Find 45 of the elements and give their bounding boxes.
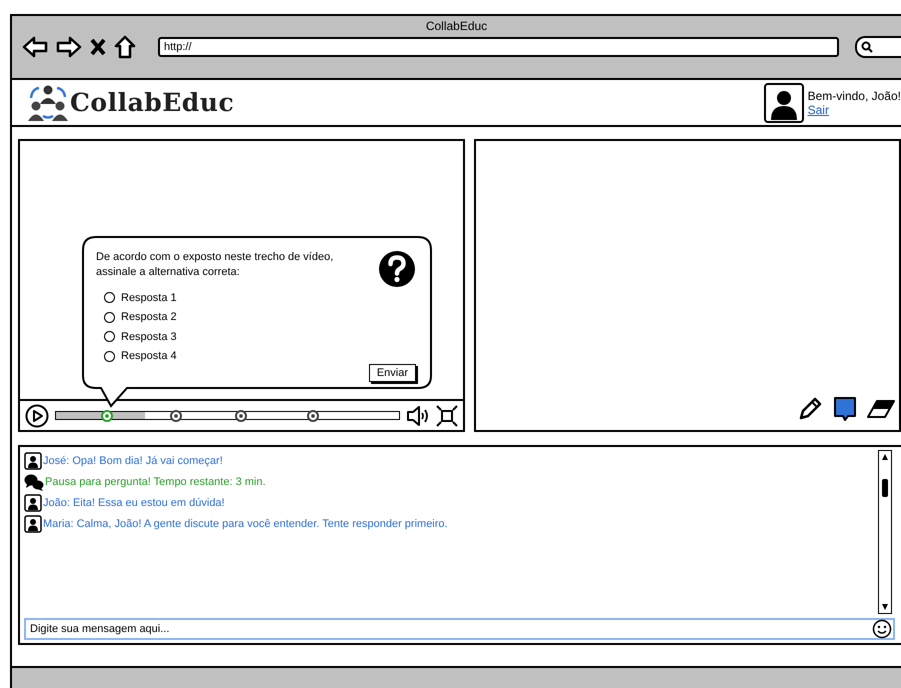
answer-option[interactable]: Resposta 3 xyxy=(104,327,416,346)
fullscreen-icon[interactable] xyxy=(436,404,458,426)
smiley-icon[interactable] xyxy=(872,619,892,639)
volume-icon[interactable] xyxy=(406,406,430,426)
chat-bubbles-icon xyxy=(24,472,44,490)
answer-option[interactable]: Resposta 2 xyxy=(104,308,416,327)
pencil-icon[interactable] xyxy=(797,396,823,422)
eraser-icon[interactable] xyxy=(867,399,895,419)
people-logo-icon xyxy=(26,84,70,122)
search-icon xyxy=(861,41,873,53)
help-icon xyxy=(378,250,416,288)
user-icon xyxy=(24,452,42,470)
greeting-text: Bem-vindo, João! xyxy=(808,88,901,102)
scroll-thumb[interactable] xyxy=(882,479,888,497)
marker-icon[interactable] xyxy=(170,410,182,422)
logout-link[interactable]: Sair xyxy=(808,102,901,116)
chat-message: Maria: Calma, João! A gente discute para você entender. Tente responder primeiro. xyxy=(43,518,448,530)
question-text: De acordo com o exposto neste trecho de vídeo, assinale a alternativa correta: xyxy=(96,250,334,280)
avatar-icon xyxy=(764,82,804,122)
note-icon[interactable] xyxy=(833,396,857,422)
forward-icon[interactable] xyxy=(56,36,82,58)
message-input[interactable]: Digite sua mensagem aqui... xyxy=(24,618,895,640)
marker-icon[interactable] xyxy=(101,410,114,422)
back-icon[interactable] xyxy=(22,36,48,58)
play-icon[interactable] xyxy=(25,404,49,428)
chat-message: José: Opa! Bom dia! Já vai começar! xyxy=(43,454,223,466)
close-icon[interactable] xyxy=(90,38,106,56)
scroll-down-icon[interactable] xyxy=(881,603,889,611)
answer-option[interactable]: Resposta 1 xyxy=(104,288,416,308)
submit-button[interactable]: Enviar xyxy=(368,364,416,382)
scroll-up-icon[interactable] xyxy=(881,453,889,461)
logo-text: CollabEduc xyxy=(70,88,234,117)
window-title: CollabEduc xyxy=(424,18,488,35)
chat-message: Pausa para pergunta! Tempo restante: 3 min. xyxy=(45,476,266,488)
home-icon[interactable] xyxy=(114,35,136,59)
address-field[interactable]: http:// xyxy=(158,37,839,57)
scrollbar[interactable] xyxy=(878,450,892,614)
chat-message: João: Eita! Essa eu estou em dúvida! xyxy=(43,496,225,508)
search-field[interactable] xyxy=(855,36,901,58)
user-icon xyxy=(24,494,42,512)
user-icon xyxy=(24,514,42,532)
marker-icon[interactable] xyxy=(235,410,248,422)
answer-option[interactable]: Resposta 4 xyxy=(104,346,416,366)
progress-bar[interactable] xyxy=(55,411,400,420)
marker-icon[interactable] xyxy=(307,410,320,422)
